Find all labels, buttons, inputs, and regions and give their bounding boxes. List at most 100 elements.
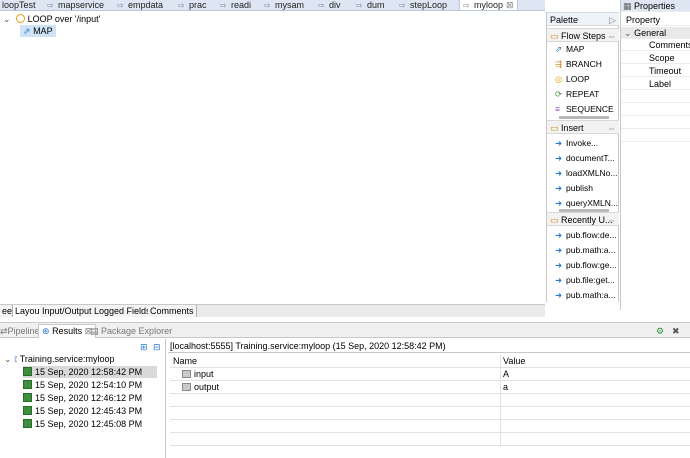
tab-looptest[interactable]: loopTest <box>2 0 36 10</box>
property-empty-row <box>621 91 690 103</box>
expand-all-icon[interactable]: ⊞ <box>140 341 148 353</box>
invoke-arrow-icon: ➜ <box>555 260 563 270</box>
results-root[interactable]: ⌄ ⟟ Training.service:myloop <box>4 353 114 365</box>
result-run[interactable]: 15 Sep, 2020 12:58:42 PM <box>23 366 157 378</box>
palette-item-publish[interactable]: ➜ publish <box>555 181 593 195</box>
collapse-all-icon[interactable]: ⊟ <box>153 341 161 353</box>
chevron-down-icon[interactable]: ⌄ <box>4 354 12 364</box>
fold-icon[interactable]: ⇔ <box>607 121 616 135</box>
service-arrow-icon: ⇨ <box>463 1 470 10</box>
tab-input-output[interactable]: Input/Output <box>40 305 95 317</box>
scrollbar[interactable] <box>559 116 609 119</box>
result-run[interactable]: 15 Sep, 2020 12:45:43 PM <box>23 405 142 417</box>
invoke-arrow-icon: ➜ <box>555 245 563 255</box>
result-detail-title: [localhost:5555] Training.service:myloop… <box>168 340 690 353</box>
result-run[interactable]: 15 Sep, 2020 12:46:12 PM <box>23 392 142 404</box>
fold-icon[interactable]: ⇔ <box>607 29 616 43</box>
palette-section-flow-steps[interactable]: ▭ Flow Steps ⇔ <box>547 28 619 42</box>
palette-item-map[interactable]: ⇗ MAP <box>555 42 584 56</box>
invoke-arrow-icon: ➜ <box>555 168 563 178</box>
collapse-arrow-icon[interactable]: ▷ <box>609 13 616 27</box>
sequence-icon: ≡ <box>555 104 560 114</box>
tab-mapservice[interactable]: ⇨ mapservice <box>47 0 104 10</box>
palette-item-sequence[interactable]: ≡ SEQUENCE <box>555 102 614 116</box>
palette-section-insert[interactable]: ▭ Insert ⇔ <box>547 120 619 134</box>
tab-mysam[interactable]: ⇨ mysam <box>264 0 304 10</box>
tab-logged-fields[interactable]: Logged Fields <box>92 305 154 317</box>
property-empty-row <box>621 117 690 129</box>
service-arrow-icon: ⇨ <box>399 1 406 10</box>
tab-package-explorer[interactable]: ▤ Package Explorer <box>90 325 172 337</box>
invoke-arrow-icon: ➜ <box>555 275 563 285</box>
result-icon <box>23 393 32 402</box>
palette-item-recent[interactable]: ➜ pub.math:a... <box>555 243 616 257</box>
service-arrow-icon: ⇨ <box>356 1 363 10</box>
palette-item-loop[interactable]: ◎ LOOP <box>555 72 590 86</box>
palette-item-queryxmln[interactable]: ➜ queryXMLN... <box>555 196 618 210</box>
field-value: a <box>500 381 508 394</box>
palette-item-recent[interactable]: ➜ pub.flow:ge... <box>555 258 617 272</box>
service-icon: ⟟ <box>14 354 18 364</box>
close-icon[interactable]: ⊠ <box>506 0 514 10</box>
tab-myloop[interactable]: ⇨ myloop ⊠ <box>459 0 518 10</box>
tab-results[interactable]: ⊕ Results ⊠ <box>38 324 97 338</box>
property-scope[interactable]: Scope <box>621 52 690 64</box>
properties-icon: ▦ <box>623 1 632 11</box>
chevron-down-icon[interactable]: ⌄ <box>624 28 632 38</box>
loop-icon <box>16 14 26 23</box>
results-icon: ⊕ <box>42 326 50 336</box>
palette-item-invoke[interactable]: ➜ Invoke... <box>555 136 598 150</box>
results-tree: ⊞ ⊟ ⌄ ⟟ Training.service:myloop 15 Sep, … <box>0 339 166 458</box>
result-run[interactable]: 15 Sep, 2020 12:54:10 PM <box>23 379 142 391</box>
field-name: input <box>194 369 214 379</box>
result-run[interactable]: 15 Sep, 2020 12:45:08 PM <box>23 418 142 430</box>
fold-icon[interactable]: ⇔ <box>607 213 616 227</box>
branch-icon: ⇶ <box>555 59 563 69</box>
table-row-empty <box>170 420 690 433</box>
tab-prac[interactable]: ⇨ prac <box>178 0 207 10</box>
property-comments[interactable]: Comments <box>621 39 690 51</box>
property-label[interactable]: Label <box>621 78 690 90</box>
loop-step[interactable]: ⌄ LOOP over '/input' <box>3 13 100 25</box>
column-header-name: Name <box>173 356 198 366</box>
tab-div[interactable]: ⇨ div <box>318 0 341 10</box>
field-name: output <box>194 382 220 392</box>
tab-empdata[interactable]: ⇨ empdata <box>117 0 163 10</box>
table-row-empty <box>170 407 690 420</box>
pipeline-icon: ⇄ <box>0 326 8 336</box>
palette-header[interactable]: Palette ▷ <box>547 12 619 26</box>
palette-item-branch[interactable]: ⇶ BRANCH <box>555 57 602 71</box>
property-timeout[interactable]: Timeout <box>621 65 690 77</box>
tab-comments[interactable]: Comments <box>148 305 197 317</box>
invoke-arrow-icon: ➜ <box>555 290 563 300</box>
map-icon: ⇗ <box>555 44 563 54</box>
table-row[interactable]: output a <box>170 381 690 394</box>
palette-item-recent[interactable]: ➜ pub.flow:de... <box>555 228 617 242</box>
map-step[interactable]: ⇗ MAP <box>20 25 56 37</box>
column-header-value: Value <box>500 355 525 368</box>
field-value: A <box>500 368 509 381</box>
properties-group-general[interactable]: ⌄ General <box>621 27 690 39</box>
palette-item-repeat[interactable]: ⟳ REPEAT <box>555 87 599 101</box>
tab-dum[interactable]: ⇨ dum <box>356 0 385 10</box>
table-row[interactable]: input A <box>170 368 690 381</box>
result-icon <box>23 419 32 428</box>
view-tab-bar: ⇄Pipeline ⊕ Results ⊠ ▤ Package Explorer… <box>0 322 690 338</box>
chevron-down-icon[interactable]: ⌄ <box>3 14 11 24</box>
palette-section-recently-used[interactable]: ▭ Recently U... ⇔ <box>547 212 619 226</box>
grid-header: Name Value <box>170 355 690 368</box>
palette-item-recent[interactable]: ➜ pub.file:get... <box>555 273 615 287</box>
palette-item-documentt[interactable]: ➜ documentT... <box>555 151 615 165</box>
string-field-icon <box>182 370 191 378</box>
palette-item-loadxmlno[interactable]: ➜ loadXMLNo... <box>555 166 618 180</box>
property-empty-row <box>621 104 690 116</box>
tab-steploop[interactable]: ⇨ stepLoop <box>399 0 447 10</box>
folder-icon: ▭ <box>550 123 559 133</box>
clear-results-icon[interactable]: ✖ <box>672 325 680 337</box>
run-results-icon[interactable]: ⚙ <box>656 325 664 337</box>
invoke-arrow-icon: ➜ <box>555 153 563 163</box>
palette-item-recent[interactable]: ➜ pub.math:a... <box>555 288 616 302</box>
properties-tab[interactable]: ▦ Properties <box>621 0 690 12</box>
tab-pipeline[interactable]: ⇄Pipeline <box>0 325 40 337</box>
tab-readi[interactable]: ⇨ readi <box>220 0 251 10</box>
